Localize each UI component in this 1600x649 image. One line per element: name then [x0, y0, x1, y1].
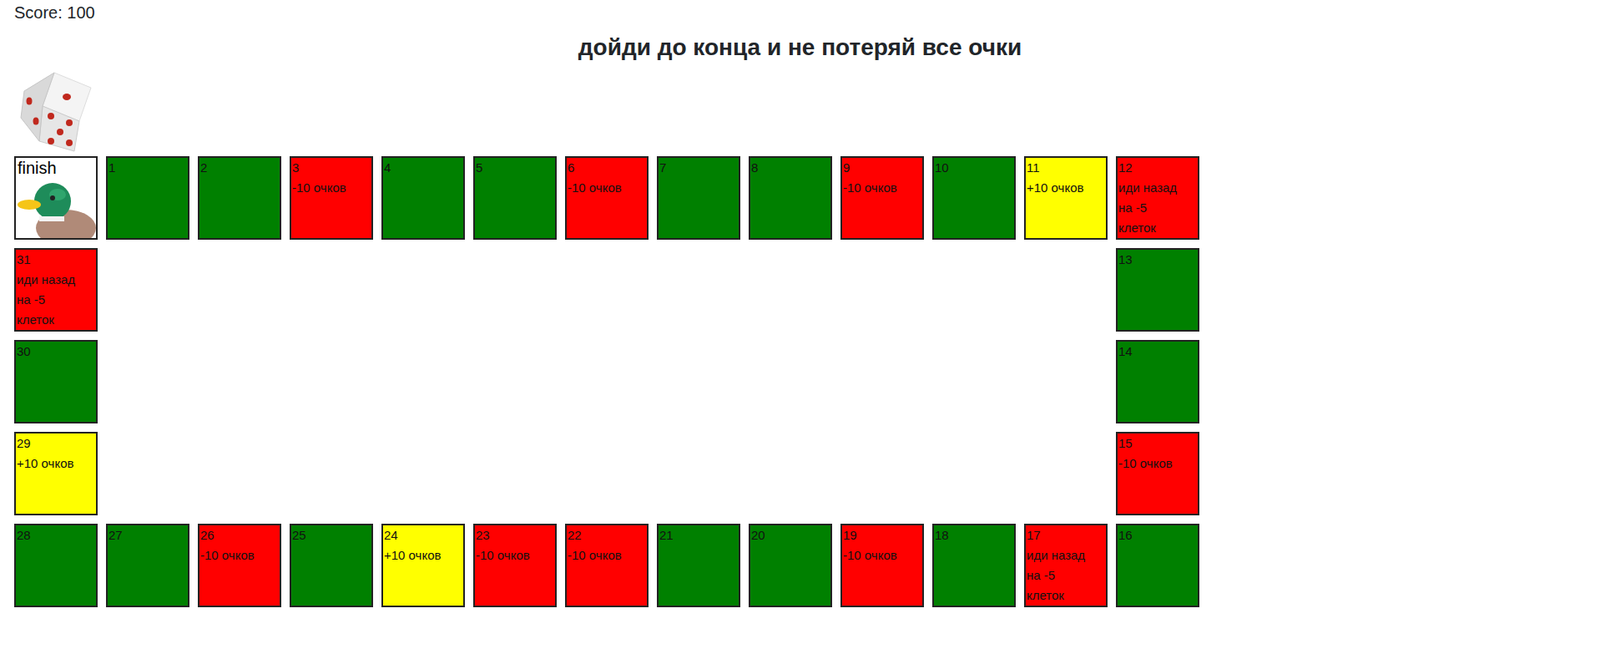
cell-number: 7 — [658, 157, 739, 178]
board-cell: 14 — [1115, 339, 1200, 424]
board-cell: 22-10 очков — [565, 523, 649, 607]
cell-number: 6 — [566, 157, 647, 178]
board-cell: 20 — [748, 523, 833, 607]
board-cell: 5 — [473, 156, 557, 240]
cell-number: 23 — [474, 524, 556, 546]
cell-number: 14 — [1117, 341, 1198, 362]
cell-number: 17 — [1025, 524, 1106, 546]
score: Score: 100 — [0, 0, 1600, 23]
dice-icon[interactable] — [14, 69, 98, 153]
board-cell: 10 — [932, 156, 1016, 240]
page-title: дойди до конца и не потеряй все очки — [0, 32, 1600, 63]
cell-number: 5 — [474, 157, 556, 178]
board-cell: 12иди назад на -5 клеток — [1115, 156, 1200, 240]
cell-number: 3 — [291, 157, 372, 178]
cell-number: 12 — [1117, 157, 1198, 178]
board-cell: 17иди назад на -5 клеток — [1024, 523, 1108, 607]
cell-number: 19 — [842, 524, 923, 546]
board-cell: 19-10 очков — [840, 523, 924, 607]
cell-number: 16 — [1117, 524, 1198, 546]
cell-effect: -10 очков — [474, 545, 556, 566]
cell-number: 22 — [566, 524, 647, 546]
finish-label: finish — [15, 157, 96, 178]
board-cell: 9-10 очков — [840, 156, 924, 240]
board-cell: 6-10 очков — [565, 156, 649, 240]
cell-number: 30 — [15, 341, 96, 362]
board-cell: 24+10 очков — [381, 523, 465, 607]
cell-effect: -10 очков — [842, 545, 923, 566]
cell-number: 15 — [1117, 433, 1198, 454]
cell-effect: иди назад на -5 клеток — [15, 269, 81, 330]
cell-number: 29 — [15, 433, 96, 454]
board-cell: 7 — [656, 156, 741, 240]
finish-cell: finish — [14, 156, 98, 240]
dice[interactable] — [14, 69, 98, 153]
board-cell: 28 — [14, 523, 98, 607]
cell-effect: +10 очков — [383, 545, 464, 566]
board-cell: 30 — [14, 339, 98, 424]
cell-effect: -10 очков — [842, 177, 923, 198]
cell-number: 1 — [107, 157, 188, 178]
cell-number: 27 — [107, 524, 188, 546]
cell-effect: -10 очков — [1117, 453, 1198, 474]
board-cell: 23-10 очков — [473, 523, 557, 607]
cell-number: 4 — [383, 157, 464, 178]
board-cell: 21 — [656, 523, 741, 607]
cell-effect: иди назад на -5 клеток — [1117, 177, 1183, 238]
board-cell: 2 — [197, 156, 282, 240]
board-cell: 3-10 очков — [289, 156, 374, 240]
board-cell: 27 — [105, 523, 190, 607]
board-cell: 1 — [105, 156, 190, 240]
cell-number: 10 — [933, 157, 1015, 178]
cell-effect: +10 очков — [1025, 177, 1106, 198]
cell-effect: -10 очков — [199, 545, 280, 566]
cell-number: 21 — [658, 524, 739, 546]
board-cell: 25 — [289, 523, 374, 607]
board-cell: 31иди назад на -5 клеток — [14, 247, 98, 332]
cell-number: 26 — [199, 524, 280, 546]
board-cell: 4 — [381, 156, 465, 240]
cell-number: 25 — [291, 524, 372, 546]
board-cell: 11+10 очков — [1024, 156, 1108, 240]
game-board: finish 123-10 очков456-10 очков789-10 оч… — [14, 156, 1600, 607]
cell-effect: -10 очков — [566, 545, 647, 566]
duck-icon — [17, 176, 96, 238]
cell-number: 20 — [750, 524, 831, 546]
board-cell: 8 — [748, 156, 833, 240]
cell-number: 2 — [199, 157, 280, 178]
board-cell: 26-10 очков — [197, 523, 282, 607]
cell-number: 18 — [933, 524, 1015, 546]
cell-number: 11 — [1025, 157, 1106, 178]
cell-number: 24 — [383, 524, 464, 546]
cell-number: 28 — [15, 524, 96, 546]
cell-number: 13 — [1117, 249, 1198, 270]
board-cell: 13 — [1115, 247, 1200, 332]
cell-effect: -10 очков — [291, 177, 372, 198]
cell-effect: -10 очков — [566, 177, 647, 198]
cell-effect: +10 очков — [15, 453, 96, 474]
board-cell: 18 — [932, 523, 1016, 607]
cell-effect: иди назад на -5 клеток — [1025, 545, 1091, 606]
board-cell: 29+10 очков — [14, 431, 98, 515]
score-text: Score: 100 — [14, 3, 96, 22]
cell-number: 9 — [842, 157, 923, 178]
cell-number: 31 — [15, 249, 96, 270]
board-cell: 16 — [1115, 523, 1200, 607]
board-cell: 15-10 очков — [1115, 431, 1200, 515]
cell-number: 8 — [750, 157, 831, 178]
